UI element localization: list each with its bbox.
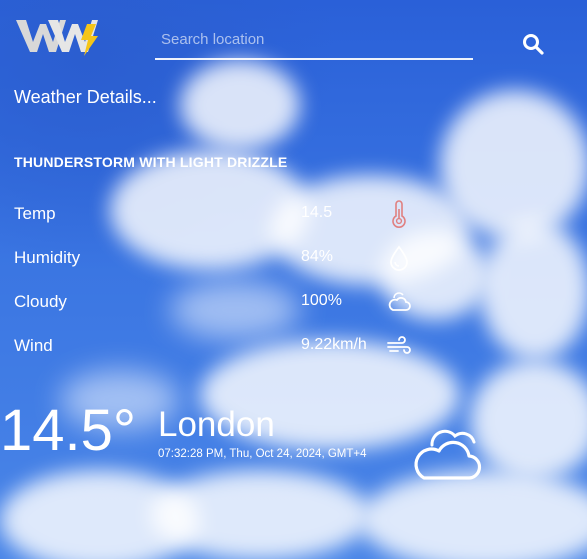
detail-label: Wind <box>14 336 53 355</box>
detail-value: 84% <box>301 248 334 265</box>
current-temperature: 14.5° <box>0 398 137 463</box>
detail-row-humidity: Humidity 84% <box>14 244 434 288</box>
detail-value: 100% <box>301 292 342 309</box>
cloud-shape <box>180 60 300 150</box>
cloud-icon <box>388 292 411 311</box>
thermometer-icon <box>392 200 406 228</box>
logo[interactable] <box>14 12 100 58</box>
search-button[interactable] <box>520 32 546 58</box>
weather-condition: THUNDERSTORM WITH LIGHT DRIZZLE <box>14 154 288 170</box>
detail-value: 9.22km/h <box>301 336 367 353</box>
detail-label: Temp <box>14 204 56 223</box>
details-heading: Weather Details... <box>14 87 157 107</box>
cloud-shape <box>480 220 587 360</box>
wind-icon <box>387 336 411 354</box>
details-list: Temp 14.5 Humidity 84% Cloudy 100% Wind … <box>14 200 434 376</box>
cloud-shape <box>440 90 587 240</box>
detail-row-temp: Temp 14.5 <box>14 200 434 244</box>
city-name: London <box>158 405 275 444</box>
search-bar <box>155 22 473 60</box>
cloud-shape <box>470 360 587 480</box>
search-icon <box>523 33 544 55</box>
search-input[interactable] <box>155 24 473 54</box>
detail-row-cloudy: Cloudy 100% <box>14 288 434 332</box>
detail-label: Cloudy <box>14 292 67 311</box>
detail-value: 14.5 <box>301 204 333 221</box>
cloud-shape <box>150 470 370 559</box>
detail-label: Humidity <box>14 248 81 267</box>
droplet-icon <box>390 245 408 271</box>
current-datetime: 07:32:28 PM, Thu, Oct 24, 2024, GMT+4 <box>158 448 367 460</box>
partly-cloudy-icon <box>414 429 482 480</box>
detail-row-wind: Wind 9.22km/h <box>14 332 434 376</box>
